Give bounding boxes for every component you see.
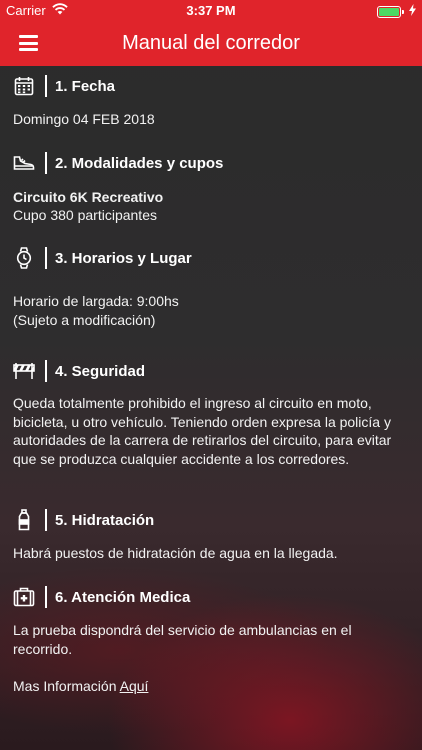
section-title: 4. Seguridad: [55, 362, 146, 380]
atencion-text: La prueba dispondrá del servicio de ambu…: [13, 622, 352, 657]
battery-icon: [377, 5, 404, 18]
section-divider: [45, 509, 47, 531]
section-title: 6. Atención Medica: [55, 588, 191, 606]
page-title: Manual del corredor: [122, 32, 300, 54]
status-right: [377, 4, 416, 19]
calendar-icon: [13, 75, 35, 97]
section-divider: [45, 586, 47, 608]
section-header: 6. Atención Medica: [13, 585, 190, 609]
section-header: 2. Modalidades y cupos: [13, 151, 223, 175]
section-header: 4. Seguridad: [13, 359, 145, 383]
hidratacion-text: Habrá puestos de hidratación de agua en …: [13, 545, 338, 561]
cupo-text: Cupo 380 participantes: [13, 207, 157, 223]
section-divider: [45, 75, 47, 97]
fecha-text: Domingo 04 FEB 2018: [13, 111, 155, 127]
first-aid-kit-icon: [13, 586, 35, 608]
horario-note: (Sujeto a modificación): [13, 312, 156, 328]
navigation-bar: Manual del corredor: [0, 22, 422, 66]
section-divider: [45, 247, 47, 269]
barrier-icon: [13, 360, 35, 382]
section-header: 3. Horarios y Lugar: [13, 246, 192, 270]
status-bar: Carrier 3:37 PM: [0, 0, 422, 22]
section-divider: [45, 360, 47, 382]
section-title: 2. Modalidades y cupos: [55, 154, 224, 172]
horario-text: Horario de largada: 9:00hs: [13, 293, 179, 309]
more-info-row: Mas Información Aquí: [13, 677, 409, 696]
seguridad-text: Queda totalmente prohibido el ingreso al…: [13, 395, 392, 467]
watch-icon: [13, 247, 35, 269]
section-title: 3. Horarios y Lugar: [55, 249, 192, 267]
section-header: 5. Hidratación: [13, 508, 154, 532]
more-info-label: Mas Información: [13, 678, 120, 694]
section-divider: [45, 152, 47, 174]
shoe-icon: [13, 152, 35, 174]
more-info-link[interactable]: Aquí: [120, 678, 149, 694]
status-time: 3:37 PM: [186, 3, 236, 18]
section-header: 1. Fecha: [13, 74, 115, 98]
section-title: 5. Hidratación: [55, 511, 155, 529]
modalidad-name: Circuito 6K Recreativo: [13, 189, 164, 205]
charging-bolt-icon: [409, 4, 416, 19]
water-bottle-icon: [13, 509, 35, 531]
section-title: 1. Fecha: [55, 77, 116, 95]
